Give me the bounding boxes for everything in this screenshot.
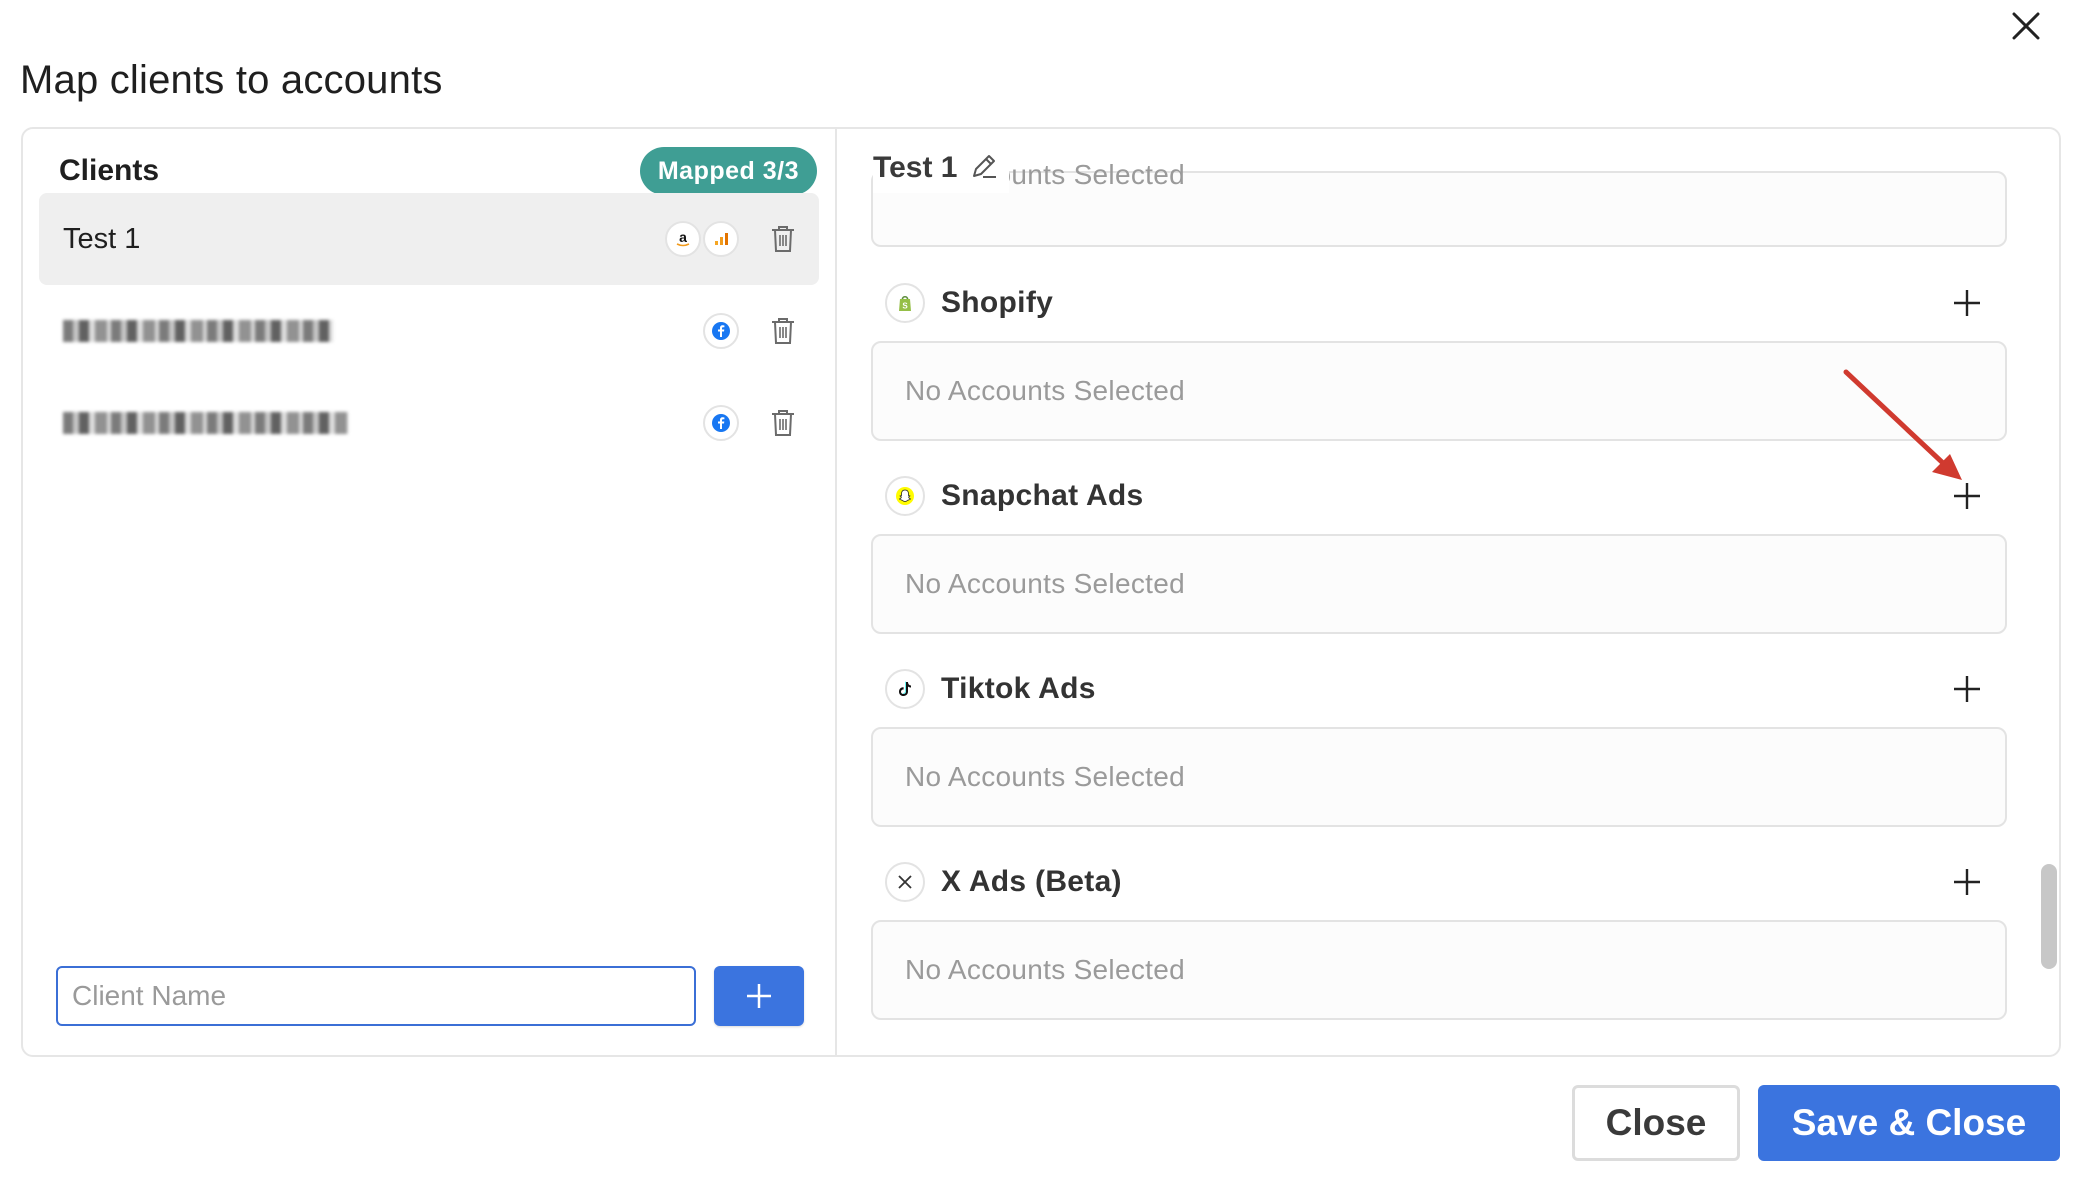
svg-text:S: S [902, 302, 908, 311]
close-icon [2012, 12, 2040, 40]
shopify-icon: S [885, 283, 925, 323]
accounts-box-snapchat[interactable]: No Accounts Selected [871, 534, 2007, 634]
platform-name: Tiktok Ads [941, 672, 1096, 705]
platform-row-tiktok: Tiktok Ads [871, 659, 2007, 719]
plus-icon [1954, 290, 1980, 316]
accounts-box-x-ads[interactable]: No Accounts Selected [871, 920, 2007, 1020]
no-accounts-text: No Accounts Selected [905, 375, 1185, 406]
save-and-close-button[interactable]: Save & Close [1758, 1085, 2060, 1161]
platform-row-snapchat: Snapchat Ads [871, 466, 2007, 526]
plus-icon [747, 984, 771, 1008]
client-row-icons [703, 377, 803, 469]
amazon-icon: a [665, 221, 701, 257]
mapped-count-badge: Mapped 3/3 [639, 147, 817, 195]
annotation-arrow-icon [1843, 369, 1962, 480]
accounts-box-shopify[interactable]: No Accounts Selected [871, 341, 2007, 441]
platform-name: Shopify [941, 286, 1054, 319]
add-x-ads-account-button[interactable] [1947, 862, 1987, 902]
redacted-client-name [63, 320, 333, 342]
mapping-frame: Clients Mapped 3/3 Test 1 a Client Name … [21, 127, 2061, 1057]
pencil-icon [973, 154, 997, 178]
add-shopify-account-button[interactable] [1947, 283, 1987, 323]
client-row-redacted-1[interactable] [39, 285, 819, 377]
facebook-icon [703, 313, 739, 349]
delete-client-button[interactable] [763, 311, 803, 351]
tiktok-icon [885, 669, 925, 709]
close-dialog-button[interactable] [2000, 0, 2052, 52]
dialog-title: Map clients to accounts [20, 58, 443, 102]
add-tiktok-account-button[interactable] [1947, 669, 1987, 709]
no-accounts-text: No Accounts Selected [905, 761, 1185, 792]
no-accounts-text: No Accounts Selected [905, 954, 1185, 985]
accounts-box-tiktok[interactable]: No Accounts Selected [871, 727, 2007, 827]
scrollbar-thumb[interactable] [2041, 864, 2057, 969]
svg-text:a: a [679, 229, 687, 245]
add-client-button[interactable] [714, 966, 804, 1026]
platform-name: Snapchat Ads [941, 479, 1144, 512]
facebook-icon [703, 405, 739, 441]
platform-list[interactable]: No Accounts Selected S Shopify No Accoun… [837, 159, 2059, 1055]
trash-icon [772, 318, 794, 344]
redacted-client-name [63, 412, 348, 434]
x-icon [885, 862, 925, 902]
client-row-icons: a [665, 193, 803, 285]
trash-icon [772, 226, 794, 252]
close-button[interactable]: Close [1572, 1085, 1740, 1161]
client-list: Test 1 a [39, 193, 819, 469]
client-row-icons [703, 285, 803, 377]
clients-header: Clients Mapped 3/3 [59, 145, 817, 197]
google-analytics-icon [703, 221, 739, 257]
client-name: Test 1 [63, 222, 141, 255]
edit-client-name-button[interactable] [969, 151, 999, 186]
clients-title: Clients [59, 154, 160, 187]
add-client-row [56, 964, 816, 1028]
map-clients-dialog: Map clients to accounts Clients Mapped 3… [0, 0, 2076, 1182]
trash-icon [772, 410, 794, 436]
client-detail-header: Test 1 [873, 143, 1010, 193]
client-row-redacted-2[interactable] [39, 377, 819, 469]
platform-name: X Ads (Beta) [941, 865, 1122, 898]
delete-client-button[interactable] [763, 219, 803, 259]
plus-icon [1954, 676, 1980, 702]
platform-row-shopify: S Shopify [871, 273, 2007, 333]
clients-panel: Clients Mapped 3/3 Test 1 a [23, 129, 837, 1055]
client-detail-name: Test 1 [873, 151, 958, 184]
snapchat-icon [885, 476, 925, 516]
platform-row-x-ads: X Ads (Beta) [871, 852, 2007, 912]
client-row-test-1[interactable]: Test 1 a [39, 193, 819, 285]
accounts-box-previous[interactable]: No Accounts Selected [871, 159, 2007, 247]
no-accounts-text: No Accounts Selected [905, 568, 1185, 599]
plus-icon [1954, 869, 1980, 895]
delete-client-button[interactable] [763, 403, 803, 443]
client-detail-panel: Test 1 No Accounts Selected S Shopify No… [837, 129, 2059, 1055]
client-name-input[interactable] [56, 966, 696, 1026]
